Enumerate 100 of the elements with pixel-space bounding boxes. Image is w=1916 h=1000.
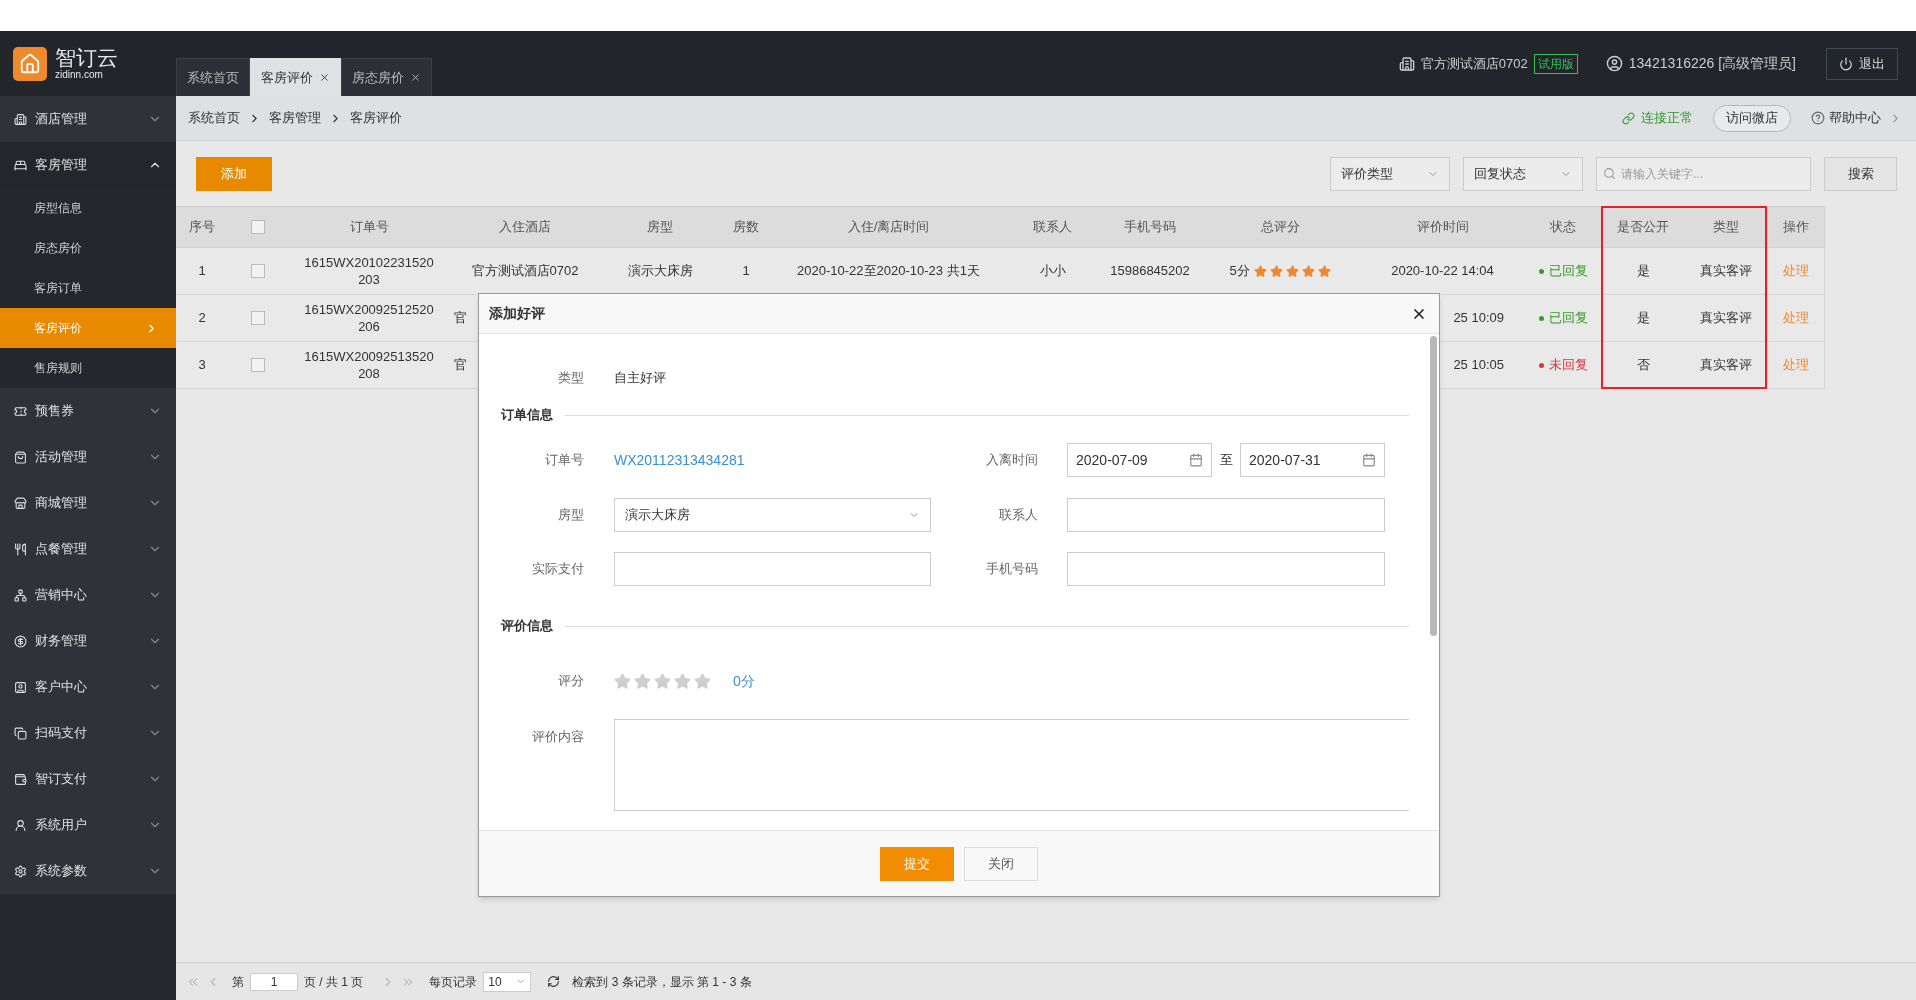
input-field[interactable] [1067, 498, 1385, 532]
breadcrumb-link[interactable]: 系统首页 [188, 108, 240, 128]
rating-reading: 0分 [733, 671, 755, 691]
input-field[interactable] [614, 552, 931, 586]
sidebar-subitem[interactable]: 房态房价 [0, 228, 176, 268]
row-checkbox[interactable] [251, 311, 265, 325]
sidebar-item[interactable]: 系统用户 [0, 802, 176, 848]
sidebar-item[interactable]: 酒店管理 [0, 96, 176, 142]
close-icon[interactable] [410, 72, 421, 83]
search-field[interactable]: 请输入关键字... [1596, 156, 1811, 191]
room-type-select[interactable]: 演示大床房 [614, 498, 931, 532]
bed-icon [14, 158, 27, 172]
table-cell-text: 是 [1636, 262, 1650, 281]
star-icon [654, 672, 671, 690]
table-cell-text: 真实客评 [1700, 356, 1752, 375]
column-header: 操作 [1783, 218, 1809, 237]
field-label: 实际支付 [531, 560, 584, 579]
filter-select[interactable]: 回复状态 [1463, 156, 1583, 191]
table-cell-text: 25 10:09 [1453, 309, 1504, 328]
close-button[interactable]: 关闭 [964, 846, 1038, 881]
page-tab[interactable]: 系统首页 [176, 58, 250, 96]
hotel-name: 官方测试酒店0702 [1420, 54, 1528, 73]
column-header: 是否公开 [1617, 218, 1669, 237]
column-header: 联系人 [1033, 218, 1072, 237]
logout-button[interactable]: 退出 [1826, 47, 1898, 80]
table-cell-text: 2020-10-22 14:04 [1391, 262, 1494, 281]
utensils-icon [14, 542, 27, 556]
dialog-title: 添加好评 [489, 304, 546, 323]
building-icon [14, 112, 27, 126]
date-field[interactable]: 2020-07-31 [1240, 443, 1385, 477]
store-icon [14, 496, 27, 510]
table-cell-text: 否 [1636, 356, 1650, 375]
sidebar-item[interactable]: 活动管理 [0, 434, 176, 480]
bag-icon [14, 450, 27, 464]
table-cell-text: 1 [742, 262, 750, 281]
column-header: 总评分 [1260, 218, 1300, 237]
section-title: 订单信息 [501, 406, 553, 425]
gear-icon [14, 864, 27, 878]
table-cell-text: 官方测试酒店0702 [471, 262, 579, 281]
column-header: 状态 [1550, 218, 1576, 237]
review-textarea[interactable] [614, 719, 1409, 811]
row-checkbox[interactable] [251, 264, 265, 278]
sidebar-subitem[interactable]: 客房订单 [0, 268, 176, 308]
breadcrumb-link[interactable]: 客房管理 [269, 108, 321, 128]
input-field[interactable] [1067, 552, 1385, 586]
sidebar-item[interactable]: 商城管理 [0, 480, 176, 526]
field-label: 评分 [557, 672, 584, 691]
logo-name: 智订云 [55, 47, 118, 68]
page-tab[interactable]: 客房评价 [250, 58, 341, 96]
filter-select[interactable]: 评价类型 [1330, 156, 1450, 191]
table-cell-text: 15986845202 [1110, 262, 1190, 281]
building-icon [1398, 55, 1415, 72]
power-icon [1839, 56, 1853, 71]
column-header: 类型 [1713, 218, 1739, 237]
header-checkbox[interactable] [251, 220, 265, 234]
contact-card-icon [14, 680, 27, 694]
column-header: 评价时间 [1416, 218, 1469, 237]
field-label: 订单号 [544, 451, 584, 470]
page-input[interactable]: 1 [250, 972, 298, 991]
sidebar-item[interactable]: 智订支付 [0, 756, 176, 802]
table-cell-text: 2 [198, 309, 206, 328]
search-button[interactable]: 搜索 [1824, 156, 1897, 191]
refresh-icon[interactable] [547, 975, 561, 988]
column-header: 订单号 [349, 218, 389, 237]
star-icon [1317, 264, 1331, 278]
sidebar-item[interactable]: 系统参数 [0, 848, 176, 894]
breadcrumb-link[interactable]: 客房评价 [350, 108, 402, 128]
sidebar-subitem[interactable]: 房型信息 [0, 188, 176, 228]
sidebar-item[interactable]: 点餐管理 [0, 526, 176, 572]
column-header: 入住酒店 [499, 218, 551, 237]
row-checkbox[interactable] [251, 358, 265, 372]
table-cell-text: 1615WX20102231520203 [303, 254, 435, 288]
help-link[interactable]: 帮助中心 [1829, 108, 1881, 128]
star-icon [634, 672, 651, 690]
visit-shop-button[interactable]: 访问微店 [1713, 104, 1791, 132]
table-cell-text: 官 [454, 356, 467, 375]
field-label: 类型 [557, 369, 584, 388]
column-header: 序号 [189, 218, 215, 237]
close-icon[interactable] [319, 72, 330, 83]
user-icon [14, 818, 27, 832]
sidebar-item[interactable]: 扫码支付 [0, 710, 176, 756]
date-field[interactable]: 2020-07-09 [1067, 443, 1212, 477]
sidebar-item[interactable]: 预售券 [0, 388, 176, 434]
status-text: 未回复 [1548, 356, 1588, 375]
table-cell-text: 2020-10-22至2020-10-23 共1天 [797, 262, 980, 281]
sidebar-item[interactable]: 财务管理 [0, 618, 176, 664]
calendar-icon [1189, 453, 1203, 467]
status-text: 已回复 [1548, 309, 1588, 328]
sidebar-item[interactable]: 客房管理 [0, 142, 176, 188]
order-number-link[interactable]: WX20112313434281 [614, 449, 931, 471]
sidebar-item[interactable]: 客户中心 [0, 664, 176, 710]
scrollbar-thumb[interactable] [1430, 336, 1437, 636]
per-page-select[interactable]: 10 [483, 971, 532, 992]
network-icon [14, 588, 27, 602]
page-tab[interactable]: 房态房价 [341, 58, 432, 96]
record-summary: 检索到 3 条记录，显示 第 1 - 3 条 [572, 973, 752, 991]
star-icon [1285, 264, 1299, 278]
sidebar-subitem[interactable]: 售房规则 [0, 348, 176, 388]
sidebar-item[interactable]: 营销中心 [0, 572, 176, 618]
column-header: 房数 [733, 218, 759, 237]
